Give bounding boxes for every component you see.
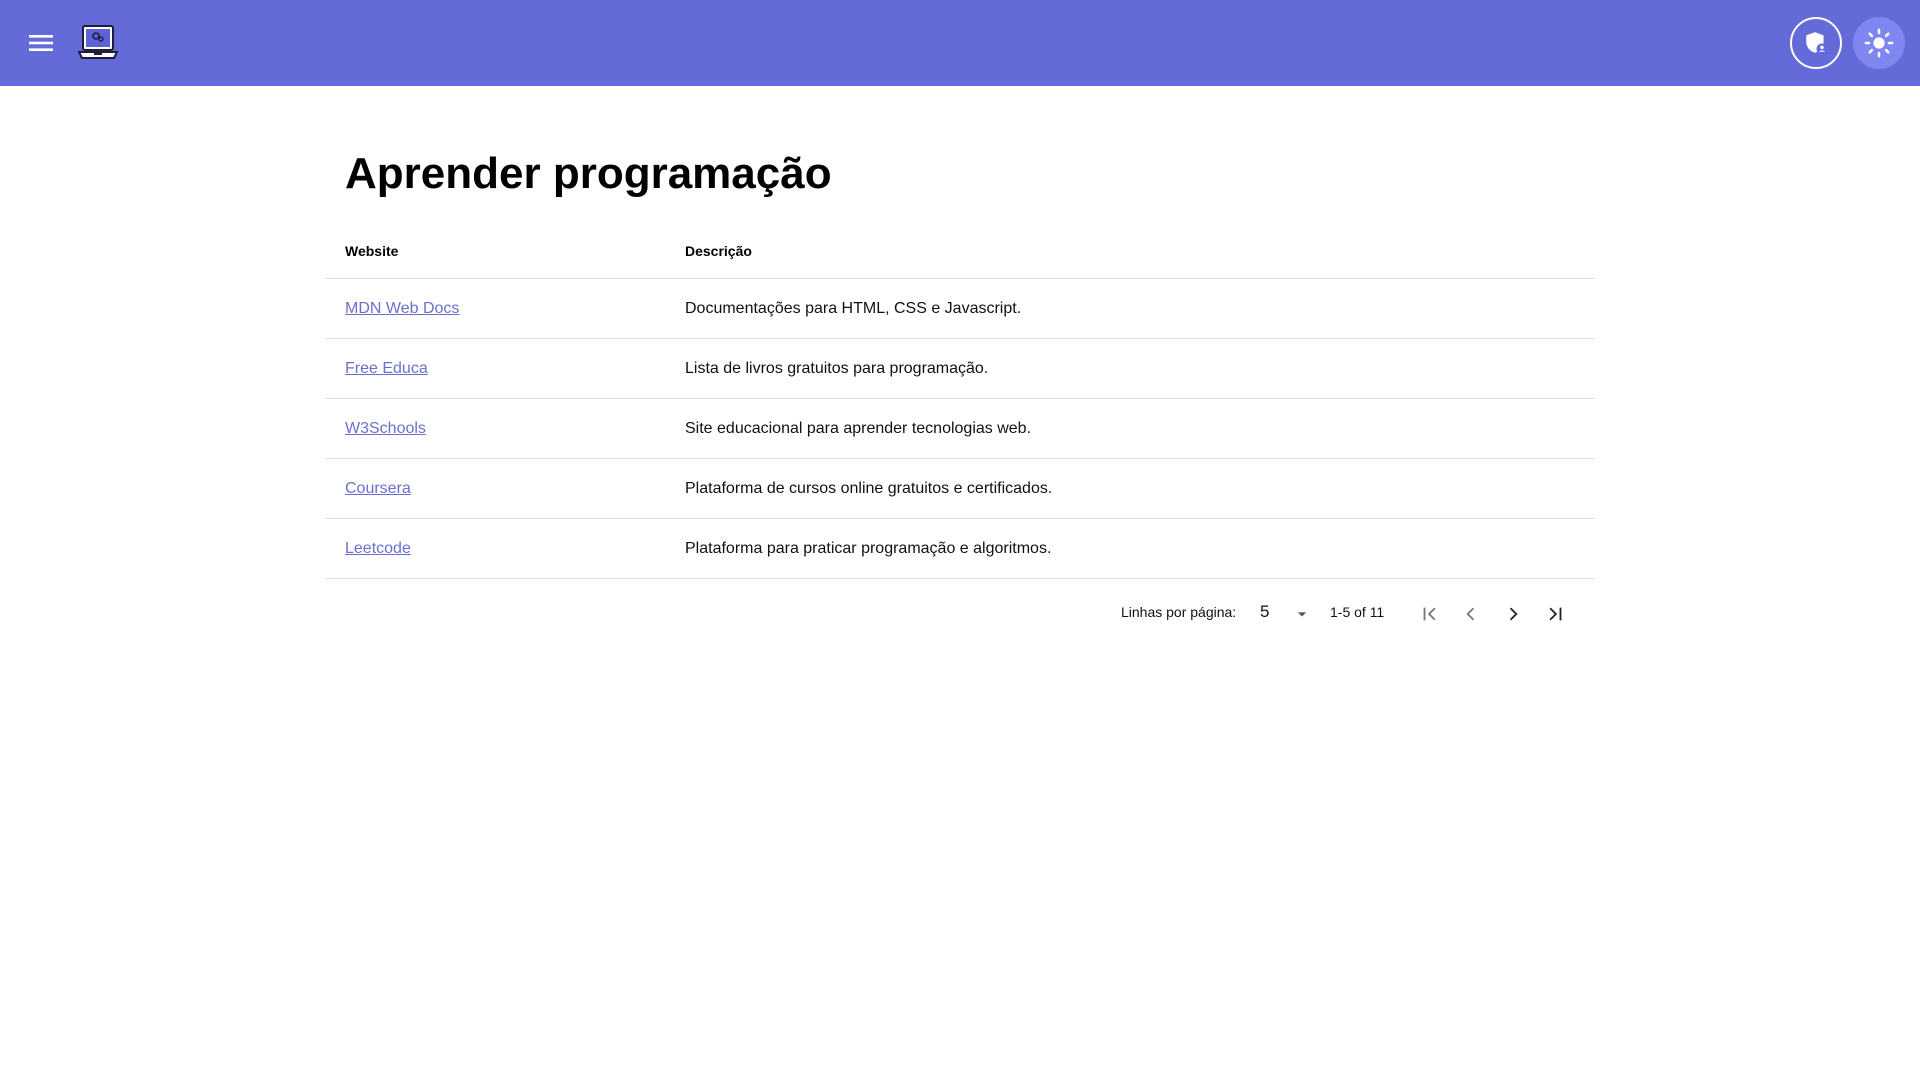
table-row: Leetcode Plataforma para praticar progra…	[325, 518, 1595, 579]
cell-website: Coursera	[325, 458, 665, 519]
chevron-right-icon	[1509, 607, 1518, 621]
cell-website: W3Schools	[325, 398, 665, 459]
previous-page-button[interactable]	[1455, 598, 1487, 630]
laptop-code-logo-icon[interactable]	[77, 23, 119, 63]
page-range-text: 1-5 of 11	[1330, 604, 1385, 620]
sun-icon	[1864, 28, 1894, 58]
column-header-website: Website	[325, 224, 665, 279]
cell-description: Plataforma de cursos online gratuitos e …	[665, 458, 1595, 519]
theme-toggle-button[interactable]	[1853, 17, 1905, 69]
cell-description: Site educacional para aprender tecnologi…	[665, 398, 1595, 459]
table-row: Free Educa Lista de livros gratuitos par…	[325, 338, 1595, 399]
table-row: MDN Web Docs Documentações para HTML, CS…	[325, 278, 1595, 339]
cell-website: Leetcode	[325, 518, 665, 579]
links-table: Website Descrição MDN Web Docs Documenta…	[325, 224, 1595, 579]
site-link-w3schools[interactable]: W3Schools	[345, 420, 426, 437]
site-link-coursera[interactable]: Coursera	[345, 480, 411, 497]
rows-per-page-value: 5	[1260, 602, 1270, 621]
admin-button[interactable]	[1790, 17, 1842, 69]
site-link-free-educa[interactable]: Free Educa	[345, 360, 428, 377]
cell-description: Plataforma para praticar programação e a…	[665, 518, 1595, 579]
table-pagination: Linhas por página: 5 1-5 of 11	[325, 590, 1595, 638]
chevron-left-icon	[1466, 607, 1475, 621]
cell-description: Lista de livros gratuitos para programaç…	[665, 338, 1595, 399]
cell-website: Free Educa	[325, 338, 665, 399]
caret-down-icon	[1297, 612, 1307, 617]
app-bar	[0, 0, 1920, 86]
rows-per-page-select[interactable]: 5	[1260, 598, 1322, 630]
rows-per-page-label: Linhas por página:	[1121, 604, 1237, 620]
last-page-icon	[1549, 607, 1562, 621]
first-page-icon	[1423, 607, 1436, 621]
next-page-button[interactable]	[1497, 598, 1529, 630]
column-header-description: Descrição	[665, 224, 1595, 279]
hamburger-menu-icon	[29, 35, 53, 51]
site-link-leetcode[interactable]: Leetcode	[345, 540, 411, 557]
table-header-row: Website Descrição	[325, 224, 1595, 279]
table-row: W3Schools Site educacional para aprender…	[325, 398, 1595, 459]
table-row: Coursera Plataforma de cursos online gra…	[325, 458, 1595, 519]
page-title: Aprender programação	[345, 149, 832, 198]
last-page-button[interactable]	[1539, 598, 1571, 630]
menu-button[interactable]	[21, 23, 61, 63]
first-page-button[interactable]	[1414, 598, 1446, 630]
cell-description: Documentações para HTML, CSS e Javascrip…	[665, 278, 1595, 339]
site-link-mdn[interactable]: MDN Web Docs	[345, 300, 459, 317]
cell-website: MDN Web Docs	[325, 278, 665, 339]
shield-user-icon	[1806, 32, 1828, 55]
